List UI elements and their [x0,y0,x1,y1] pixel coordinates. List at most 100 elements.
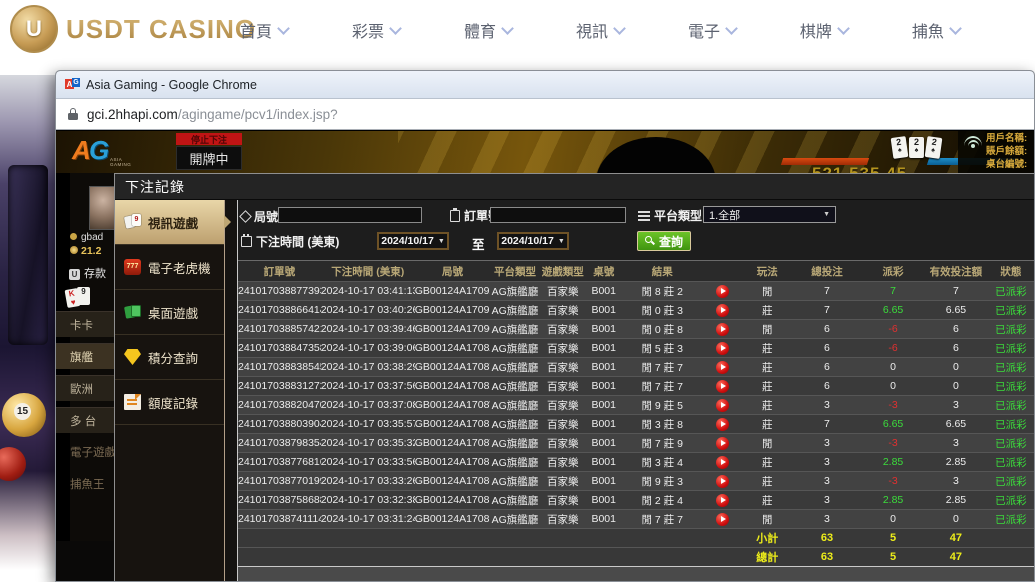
round-label: 局號 [241,208,278,225]
site-logo[interactable]: U USDT CASINO [10,5,256,53]
avatar [89,186,117,230]
slot-777-icon [124,259,141,275]
ag-page-content: A G ASIA GAMING 停止下注 開牌中 2♠2♠2♠ 521,535.… [56,131,1034,581]
to-label: 至 [472,234,485,253]
balance-label: 21.2 [70,245,101,257]
ag-banner: A G ASIA GAMING 停止下注 開牌中 2♠2♠2♠ 521,535.… [56,131,1034,173]
date-to-picker[interactable]: 2024/10/17▼ [497,232,569,250]
play-replay-button[interactable] [716,418,729,431]
screen: U USDT CASINO 首頁 彩票 體育 視訊 電子 棋牌 捕魚 15 AG Asia … [0,0,1035,582]
url-bar[interactable]: gci.2hhapi.com/agingame/pcv1/index.jsp? [56,99,1034,130]
playing-card: 2♠ [925,136,943,159]
bg-side-button[interactable]: 多 台 [56,407,114,433]
logo-icon: U [10,5,58,53]
menu-item-電子老虎機[interactable]: 電子老虎機 [115,245,224,290]
casino-artwork: 15 [0,75,55,570]
slot-machine-art [8,165,48,345]
main-nav: 首頁 彩票 體育 視訊 電子 棋牌 捕魚 [240,0,960,60]
order-input[interactable] [490,207,626,223]
points-gem-icon [124,349,141,365]
play-replay-button[interactable] [716,323,729,336]
bg-side-button[interactable]: 歐洲 [56,375,114,401]
play-replay-button[interactable] [716,494,729,507]
play-replay-button[interactable] [716,361,729,374]
play-replay-button[interactable] [716,437,729,450]
play-replay-button[interactable] [716,342,729,355]
quota-doc-icon [124,394,141,410]
window-titlebar[interactable]: AG Asia Gaming - Google Chrome [56,71,1034,99]
chevron-down-icon [277,22,290,35]
logo-text: USDT CASINO [66,14,256,45]
modal-menu: 視訊遊戲電子老虎機桌面遊戲積分查詢額度記錄 [115,200,225,581]
play-replay-button[interactable] [716,380,729,393]
username-label: gbad [70,232,103,243]
menu-item-桌面遊戲[interactable]: 桌面遊戲 [115,290,224,335]
red-ball-art [0,447,26,481]
jackpot-amount: 521,535.45 [812,164,907,173]
play-replay-button[interactable] [716,456,729,469]
menu-item-視訊遊戲[interactable]: 視訊遊戲 [115,200,224,245]
wifi-icon [962,136,984,156]
bet-time-label: 下注時間 (美東) [241,233,339,250]
clipboard-icon [450,210,460,222]
nav-item-2[interactable]: 彩票 [352,18,400,42]
round-input[interactable] [278,207,422,223]
table-row: 2410170388664142024-10-17 03:40:26GB0012… [238,300,1034,319]
play-replay-button[interactable] [716,513,729,526]
playing-card: 2♠ [909,137,924,158]
table-header-row: 訂單號下注時間 (美東)局號平台類型遊戲類型桌號結果玩法總投注派彩有效投注額狀態 [238,260,1034,281]
chevron-down-icon [501,22,514,35]
search-button[interactable]: 查詢 [637,231,691,251]
nav-item-1[interactable]: 首頁 [240,18,288,42]
date-from-picker[interactable]: 2024/10/17▼ [377,232,449,250]
nav-item-6[interactable]: 棋牌 [800,18,848,42]
filters: 局號 訂單號 平台類型 [238,200,1034,260]
bet-records-modal: 下注記錄 視訊遊戲電子老虎機桌面遊戲積分查詢額度記錄 局號 [114,173,1034,581]
table-row: 2410170388473582024-10-17 03:39:06GB0012… [238,338,1034,357]
chrome-popup-window: AG Asia Gaming - Google Chrome gci.2hhap… [55,70,1035,582]
deposit-button[interactable]: 存款 [69,265,106,281]
table-row: 2410170387768162024-10-17 03:33:56GB0012… [238,452,1034,471]
records-panel: 局號 訂單號 平台類型 [237,200,1034,581]
table-row: 2410170387701992024-10-17 03:33:26GB0012… [238,471,1034,490]
bet-records-table: 訂單號下注時間 (美東)局號平台類型遊戲類型桌號結果玩法總投注派彩有效投注額狀態… [238,260,1034,566]
menu-item-積分查詢[interactable]: 積分查詢 [115,335,224,380]
panel-footer [238,566,1034,581]
nav-item-5[interactable]: 電子 [688,18,736,42]
nav-item-7[interactable]: 捕魚 [912,18,960,42]
play-replay-button[interactable] [716,475,729,488]
bg-side-button[interactable]: 捕魚王 [56,471,114,497]
table-row: 2410170388574212024-10-17 03:39:46GB0012… [238,319,1034,338]
bg-side-button[interactable]: 旗艦 [56,343,114,369]
url-text[interactable]: gci.2hhapi.com/agingame/pcv1/index.jsp? [87,107,338,122]
list-icon [638,211,650,221]
table-row: 2410170388312722024-10-17 03:37:56GB0012… [238,376,1034,395]
bg-side-button[interactable]: 電子遊戲 [56,439,114,465]
table-row: 2410170387983542024-10-17 03:35:32GB0012… [238,433,1034,452]
chevron-down-icon: ▼ [823,211,830,218]
menu-item-額度記錄[interactable]: 額度記錄 [115,380,224,425]
subtotal-row: 小計63547 [238,528,1034,547]
modal-title: 下注記錄 [125,177,185,197]
table-row: 2410170387411142024-10-17 03:31:24GB0012… [238,509,1034,528]
stop-betting-banner: 停止下注 [176,133,242,145]
table-games-icon [124,304,141,320]
ag-favicon: AG [65,78,79,91]
play-replay-button[interactable] [716,304,729,317]
total-row: 總計63547 [238,547,1034,566]
user-info-panel: 用戶名稱:賬戶餘額:桌台編號: [958,131,1034,173]
play-replay-button[interactable] [716,399,729,412]
user-info-labels: 用戶名稱:賬戶餘額:桌台編號: [986,131,1027,173]
modal-titlebar: 下注記錄 [115,174,1034,200]
calendar-icon [241,236,252,247]
play-replay-button[interactable] [716,285,729,298]
bg-side-button[interactable]: 卡卡 [56,311,114,337]
platform-select[interactable]: 1.全部▼ [703,206,836,223]
ag-logo: A G ASIA GAMING [72,135,142,169]
lock-icon [68,108,78,120]
site-header: U USDT CASINO 首頁 彩票 體育 視訊 電子 棋牌 捕魚 [0,0,1035,60]
nav-item-3[interactable]: 體育 [464,18,512,42]
chevron-down-icon [949,22,962,35]
nav-item-4[interactable]: 視訊 [576,18,624,42]
table-row: 2410170388773932024-10-17 03:41:13GB0012… [238,281,1034,300]
